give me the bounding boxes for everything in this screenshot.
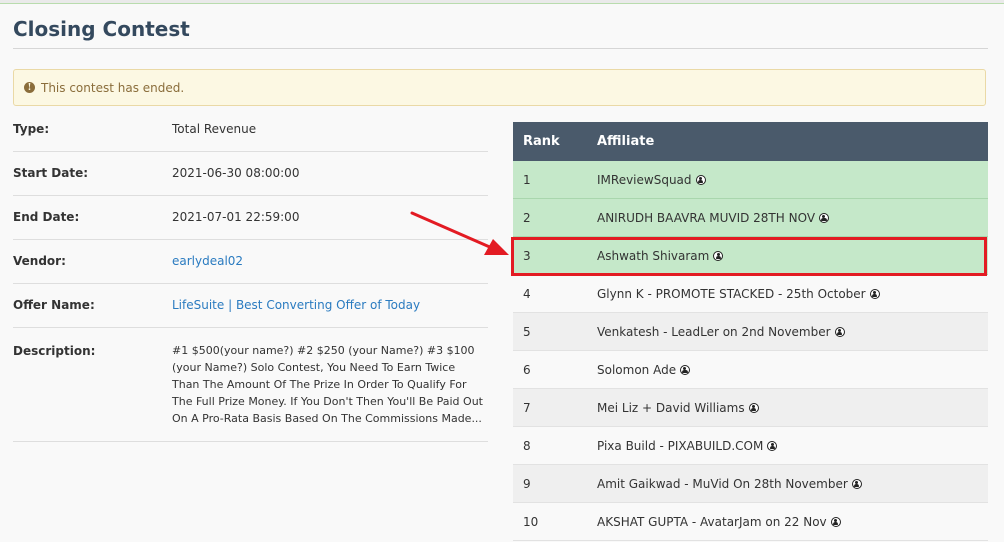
detail-label: Offer Name: [13, 298, 95, 312]
description-text: #1 $500(your name?) #2 $250 (your Name?)… [172, 344, 483, 425]
affiliate-cell: Mei Liz + David Williams [597, 401, 759, 415]
table-row: 4 Glynn K - PROMOTE STACKED - 25th Octob… [513, 275, 988, 313]
affiliate-cell: Venkatesh - LeadLer on 2nd November [597, 325, 845, 339]
table-row: 5 Venkatesh - LeadLer on 2nd November [513, 313, 988, 351]
rank-cell: 10 [523, 514, 539, 529]
affiliate-header: Affiliate [597, 134, 655, 149]
rank-cell: 2 [523, 210, 531, 225]
contest-ended-alert: ! This contest has ended. [13, 69, 986, 106]
detail-value: Total Revenue [172, 122, 257, 136]
table-row: 2 ANIRUDH BAAVRA MUVID 28TH NOV [513, 199, 988, 237]
user-circle-icon[interactable] [680, 364, 691, 375]
detail-label: Description: [13, 344, 96, 358]
detail-label: Type: [13, 122, 50, 136]
leaderboard-table: Rank Affiliate 1 IMReviewSquad 2 ANIRUDH… [513, 122, 988, 541]
affiliate-cell: Solomon Ade [597, 362, 691, 377]
table-row: 9 Amit Gaikwad - MuVid On 28th November [513, 465, 988, 503]
user-circle-icon[interactable] [695, 174, 706, 185]
red-arrow-icon [410, 211, 509, 255]
rank-cell: 4 [523, 286, 531, 301]
affiliate-cell: Amit Gaikwad - MuVid On 28th November [597, 477, 862, 491]
rank-cell: 7 [523, 400, 531, 415]
affiliate-name: IMReviewSquad [597, 172, 692, 187]
rank-cell: 6 [523, 362, 531, 377]
info-circle-icon: ! [24, 82, 35, 93]
affiliate-name: ANIRUDH BAAVRA MUVID 28TH NOV [597, 210, 816, 225]
rank-cell: 9 [523, 476, 531, 491]
affiliate-cell: Glynn K - PROMOTE STACKED - 25th October [597, 287, 880, 301]
table-header: Rank Affiliate [513, 122, 988, 161]
affiliate-name: AKSHAT GUPTA - AvatarJam on 22 Nov [597, 514, 827, 529]
table-row: 8 Pixa Build - PIXABUILD.COM [513, 427, 988, 465]
table-row: 6 Solomon Ade [513, 351, 988, 389]
affiliate-cell: IMReviewSquad [597, 173, 706, 187]
table-row: 1 IMReviewSquad [513, 161, 988, 199]
detail-row-type: Type: Total Revenue [13, 108, 488, 152]
affiliate-name: Glynn K - PROMOTE STACKED - 25th October [597, 286, 866, 301]
affiliate-cell: ANIRUDH BAAVRA MUVID 28TH NOV [597, 210, 830, 225]
user-circle-icon[interactable] [767, 440, 778, 451]
top-strip [0, 0, 1004, 4]
rank-cell: 8 [523, 438, 531, 453]
table-row: 10 AKSHAT GUPTA - AvatarJam on 22 Nov [513, 503, 988, 541]
detail-value: 2021-06-30 08:00:00 [172, 166, 300, 180]
rank-header: Rank [523, 134, 560, 149]
user-circle-icon[interactable] [819, 212, 830, 223]
affiliate-name: Amit Gaikwad - MuVid On 28th November [597, 476, 848, 491]
offer-link[interactable]: LifeSuite | Best Converting Offer of Tod… [172, 298, 420, 312]
detail-row-offer-name: Offer Name: LifeSuite | Best Converting … [13, 284, 488, 328]
rank-cell: 1 [523, 172, 531, 187]
user-circle-icon[interactable] [834, 326, 845, 337]
user-circle-icon[interactable] [830, 516, 841, 527]
detail-label: Start Date: [13, 166, 89, 180]
detail-label: Vendor: [13, 254, 66, 268]
affiliate-name: Venkatesh - LeadLer on 2nd November [597, 324, 831, 339]
affiliate-name: Pixa Build - PIXABUILD.COM [597, 438, 764, 453]
user-circle-icon[interactable] [851, 478, 862, 489]
page-title: Closing Contest [13, 17, 190, 41]
affiliate-name: Mei Liz + David Williams [597, 400, 745, 415]
affiliate-cell: AKSHAT GUPTA - AvatarJam on 22 Nov [597, 515, 841, 529]
rank-3-highlight-box [511, 237, 987, 276]
detail-row-start-date: Start Date: 2021-06-30 08:00:00 [13, 152, 488, 196]
affiliate-name: Solomon Ade [597, 362, 677, 377]
user-circle-icon[interactable] [748, 402, 759, 413]
contest-details: Type: Total Revenue Start Date: 2021-06-… [13, 108, 488, 442]
detail-row-description: Description: #1 $500(your name?) #2 $250… [13, 328, 488, 442]
user-circle-icon[interactable] [869, 288, 880, 299]
title-divider [13, 48, 988, 49]
affiliate-cell: Pixa Build - PIXABUILD.COM [597, 438, 778, 453]
detail-label: End Date: [13, 210, 80, 224]
table-row: 7 Mei Liz + David Williams [513, 389, 988, 427]
alert-text: This contest has ended. [41, 80, 185, 95]
vendor-link[interactable]: earlydeal02 [172, 254, 243, 268]
rank-cell: 5 [523, 324, 531, 339]
